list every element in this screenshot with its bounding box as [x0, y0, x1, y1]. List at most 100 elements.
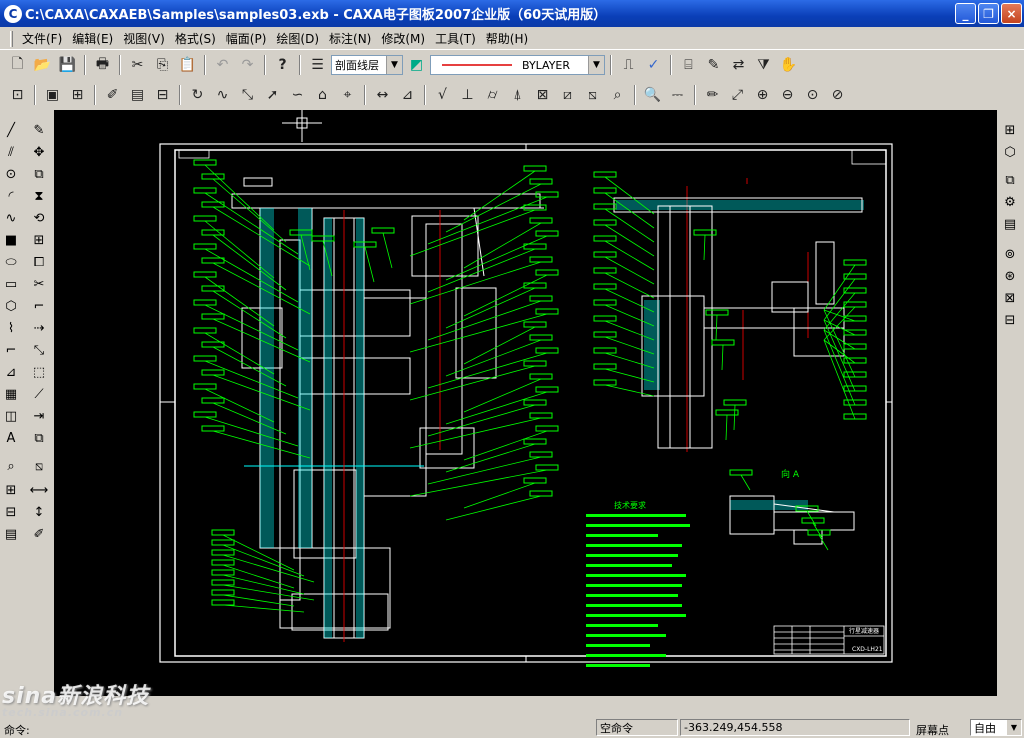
table-tool-icon[interactable]: ▤ — [0, 524, 22, 544]
print-icon[interactable]: 🖶 — [91, 54, 114, 76]
linetype-select[interactable]: BYLAYER ▼ — [430, 55, 605, 75]
array-tool-icon[interactable]: ⊞ — [28, 230, 50, 250]
extend-tool-icon[interactable]: ⇢ — [28, 318, 50, 338]
open-file-icon[interactable]: 📂 — [31, 54, 54, 76]
menu-sheet[interactable]: 幅面(P) — [221, 30, 272, 48]
color-icon[interactable]: ◩ — [405, 54, 428, 76]
text-tool-icon[interactable]: A — [0, 428, 22, 448]
polygon-tool-icon[interactable]: ⬡ — [0, 296, 22, 316]
tolerance-query-icon[interactable]: ⊚ — [999, 244, 1021, 264]
eraser-tool-icon[interactable]: ✎ — [28, 120, 50, 140]
title-block-icon[interactable]: ⊞ — [66, 84, 89, 106]
insert-tool-icon[interactable]: ⊟ — [0, 502, 22, 522]
menu-dimension[interactable]: 标注(N) — [324, 30, 376, 48]
menu-help[interactable]: 帮助(H) — [481, 30, 533, 48]
snap-point-icon[interactable]: ⤢ — [726, 84, 749, 106]
point-filter-icon[interactable]: ✓ — [642, 54, 665, 76]
hatch-pattern-icon[interactable]: ⧅ — [28, 456, 50, 476]
bom-icon[interactable]: ⊟ — [151, 84, 174, 106]
trim-tool-icon[interactable]: ✂ — [28, 274, 50, 294]
menu-tools[interactable]: 工具(T) — [430, 30, 481, 48]
zoom-tool-icon[interactable]: ⌕ — [0, 456, 22, 476]
menu-format[interactable]: 格式(S) — [170, 30, 221, 48]
break-tool-icon[interactable]: ⤡ — [28, 340, 50, 360]
window-select-icon[interactable]: ⊡ — [6, 84, 29, 106]
zoom-all-icon[interactable]: ⊙ — [801, 84, 824, 106]
view-layout-icon[interactable]: ⊞ — [999, 120, 1021, 140]
view-3d-icon[interactable]: ⬡ — [999, 142, 1021, 162]
mirror-tool-icon[interactable]: ⧗ — [28, 186, 50, 206]
spline-icon[interactable]: ∽ — [286, 84, 309, 106]
menu-edit[interactable]: 编辑(E) — [67, 30, 118, 48]
datum-icon[interactable]: ⊥ — [456, 84, 479, 106]
block-icon[interactable]: ⌂ — [311, 84, 334, 106]
drawing-canvas[interactable]: 向 A 技术要求 行星减速器 CXD-LH21 — [54, 110, 997, 696]
part-sequence-icon[interactable]: ⊟ — [999, 310, 1021, 330]
layer-tool-icon[interactable]: ⧉ — [28, 428, 50, 448]
text-style-icon[interactable]: ✐ — [101, 84, 124, 106]
menu-file[interactable]: 文件(F) — [17, 30, 67, 48]
equidistant-tool-icon[interactable]: ⊿ — [0, 362, 22, 382]
zoom-window-icon[interactable]: ⌕ — [606, 84, 629, 106]
parallel-tool-icon[interactable]: ⫽ — [0, 142, 22, 162]
chamfer-tool-icon[interactable]: ⟋ — [28, 384, 50, 404]
spline-tool-icon[interactable]: ∿ — [0, 208, 22, 228]
redo-icon[interactable]: ↷ — [236, 54, 259, 76]
layer-select[interactable]: 剖面线层 ▼ — [331, 55, 403, 75]
ellipse-tool-icon[interactable]: ⬭ — [0, 252, 22, 272]
point-tool-icon[interactable]: ■ — [0, 230, 22, 250]
cut-icon[interactable]: ✂ — [126, 54, 149, 76]
table-icon[interactable]: ▤ — [126, 84, 149, 106]
brush-icon[interactable]: ✎ — [702, 54, 725, 76]
fill-icon[interactable]: ⧅ — [581, 84, 604, 106]
chevron-down-icon[interactable]: ▼ — [1007, 720, 1021, 735]
property-icon[interactable]: ⌸ — [677, 54, 700, 76]
chevron-down-icon[interactable]: ▼ — [588, 56, 604, 74]
snap-icon[interactable]: ⎍ — [617, 54, 640, 76]
frame-icon[interactable]: ▣ — [41, 84, 64, 106]
weld-symbol-icon[interactable]: ⊠ — [999, 288, 1021, 308]
pan-hand-icon[interactable]: ✋ — [777, 54, 800, 76]
wave-icon[interactable]: ∿ — [211, 84, 234, 106]
dim-horizontal-icon[interactable]: ⟷ — [28, 480, 50, 500]
rotate-tool-icon[interactable]: ⟲ — [28, 208, 50, 228]
zoom-in-icon[interactable]: ⊕ — [751, 84, 774, 106]
chevron-down-icon[interactable]: ▼ — [386, 56, 402, 74]
tolerance-icon[interactable]: ⌭ — [481, 84, 504, 106]
match-icon[interactable]: ⇄ — [727, 54, 750, 76]
dim-vertical-icon[interactable]: ↕ — [28, 502, 50, 522]
part-library-icon[interactable]: ⧉ — [999, 170, 1021, 190]
circle-tool-icon[interactable]: ⊙ — [0, 164, 22, 184]
caxa-logo-icon[interactable]: C — [4, 4, 22, 23]
hatch-tool-icon[interactable]: ▦ — [0, 384, 22, 404]
zoom-search-icon[interactable]: 🔍 — [641, 84, 664, 106]
restore-button[interactable]: ❐ — [978, 3, 999, 24]
zoom-prev-icon[interactable]: ⊘ — [826, 84, 849, 106]
save-icon[interactable]: 💾 — [56, 54, 79, 76]
crosshair-icon[interactable]: ⌖ — [336, 84, 359, 106]
dimension-style-icon[interactable]: ⊿ — [396, 84, 419, 106]
brush-tool-icon[interactable]: ✐ — [28, 524, 50, 544]
block-tool-icon[interactable]: ⊞ — [0, 480, 22, 500]
pencil-icon[interactable]: ✏ — [701, 84, 724, 106]
roughness-icon[interactable]: √ — [431, 84, 454, 106]
scale-tool-icon[interactable]: ⧠ — [28, 252, 50, 272]
standard-part-icon[interactable]: ⚙ — [999, 192, 1021, 212]
dimension-icon[interactable]: ↔ — [371, 84, 394, 106]
weld-icon[interactable]: ⍋ — [506, 84, 529, 106]
arc-tool-icon[interactable]: ◜ — [0, 186, 22, 206]
move-tool-icon[interactable]: ✥ — [28, 142, 50, 162]
help-icon[interactable]: ? — [271, 54, 294, 76]
menu-view[interactable]: 视图(V) — [118, 30, 170, 48]
bom-generate-icon[interactable]: ▤ — [999, 214, 1021, 234]
image-icon[interactable]: ⊠ — [531, 84, 554, 106]
new-file-icon[interactable]: 🗋 — [6, 54, 29, 76]
explode-tool-icon[interactable]: ⇥ — [28, 406, 50, 426]
measure-icon[interactable]: ⎓ — [666, 84, 689, 106]
center-line-tool-icon[interactable]: ⌐ — [0, 340, 22, 360]
copy-tool-icon[interactable]: ⧉ — [28, 164, 50, 184]
menu-modify[interactable]: 修改(M) — [376, 30, 430, 48]
hole-table-icon[interactable]: ⊛ — [999, 266, 1021, 286]
minimize-button[interactable]: _ — [955, 3, 976, 24]
polyline-tool-icon[interactable]: ⌇ — [0, 318, 22, 338]
